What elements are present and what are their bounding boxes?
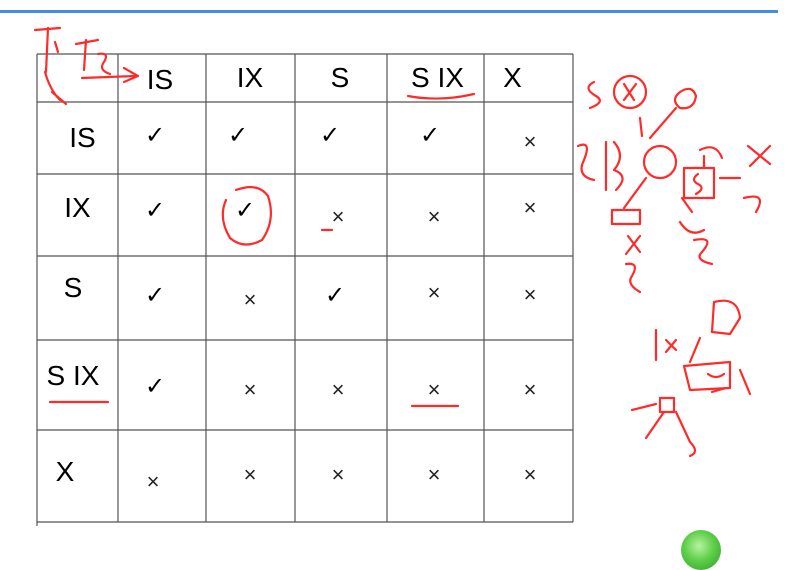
cell-ix-ix: ✓ — [234, 196, 256, 224]
row-header-ix: IX — [64, 192, 91, 223]
column-header-x: X — [503, 62, 522, 93]
cell-s-ix-s-ix: × — [427, 377, 441, 402]
column-header-ix: IX — [236, 62, 264, 93]
cell-ix-is: ✓ — [144, 196, 166, 224]
cell-is-is: ✓ — [144, 121, 166, 149]
row-header-x: X — [55, 456, 75, 487]
row-header-s-ix: S IX — [46, 360, 100, 391]
cell-x-x: × — [523, 462, 537, 487]
cell-is-ix: ✓ — [227, 121, 249, 149]
cell-s-ix-s: × — [331, 377, 345, 402]
green-status-icon — [681, 530, 721, 570]
row-header-s: S — [63, 272, 83, 303]
column-header-is: IS — [146, 64, 174, 95]
cell-s-ix-is: ✓ — [144, 372, 166, 400]
cell-x-s-ix: × — [427, 462, 441, 487]
cell-ix-s-ix: × — [427, 204, 441, 229]
cell-is-s: ✓ — [319, 121, 341, 149]
cell-x-s: × — [331, 462, 345, 487]
cell-is-x: × — [523, 129, 537, 154]
column-header-s-ix: S IX — [411, 62, 464, 93]
cell-ix-s: × — [331, 204, 345, 229]
cell-s-x: × — [523, 282, 537, 307]
row-header-is: IS — [69, 122, 96, 153]
cell-s-is: ✓ — [144, 281, 166, 309]
cell-is-s-ix: ✓ — [419, 121, 441, 149]
cell-s-s-ix: × — [427, 280, 441, 305]
cell-x-ix: × — [243, 462, 257, 487]
column-header-s: S — [330, 62, 350, 93]
cell-s-ix-ix: × — [243, 377, 257, 402]
cell-s-ix: × — [243, 287, 257, 312]
cell-x-is: × — [146, 469, 160, 494]
cell-ix-x: × — [523, 195, 537, 220]
cell-s-s: ✓ — [324, 281, 346, 309]
cell-s-ix-x: × — [523, 377, 537, 402]
